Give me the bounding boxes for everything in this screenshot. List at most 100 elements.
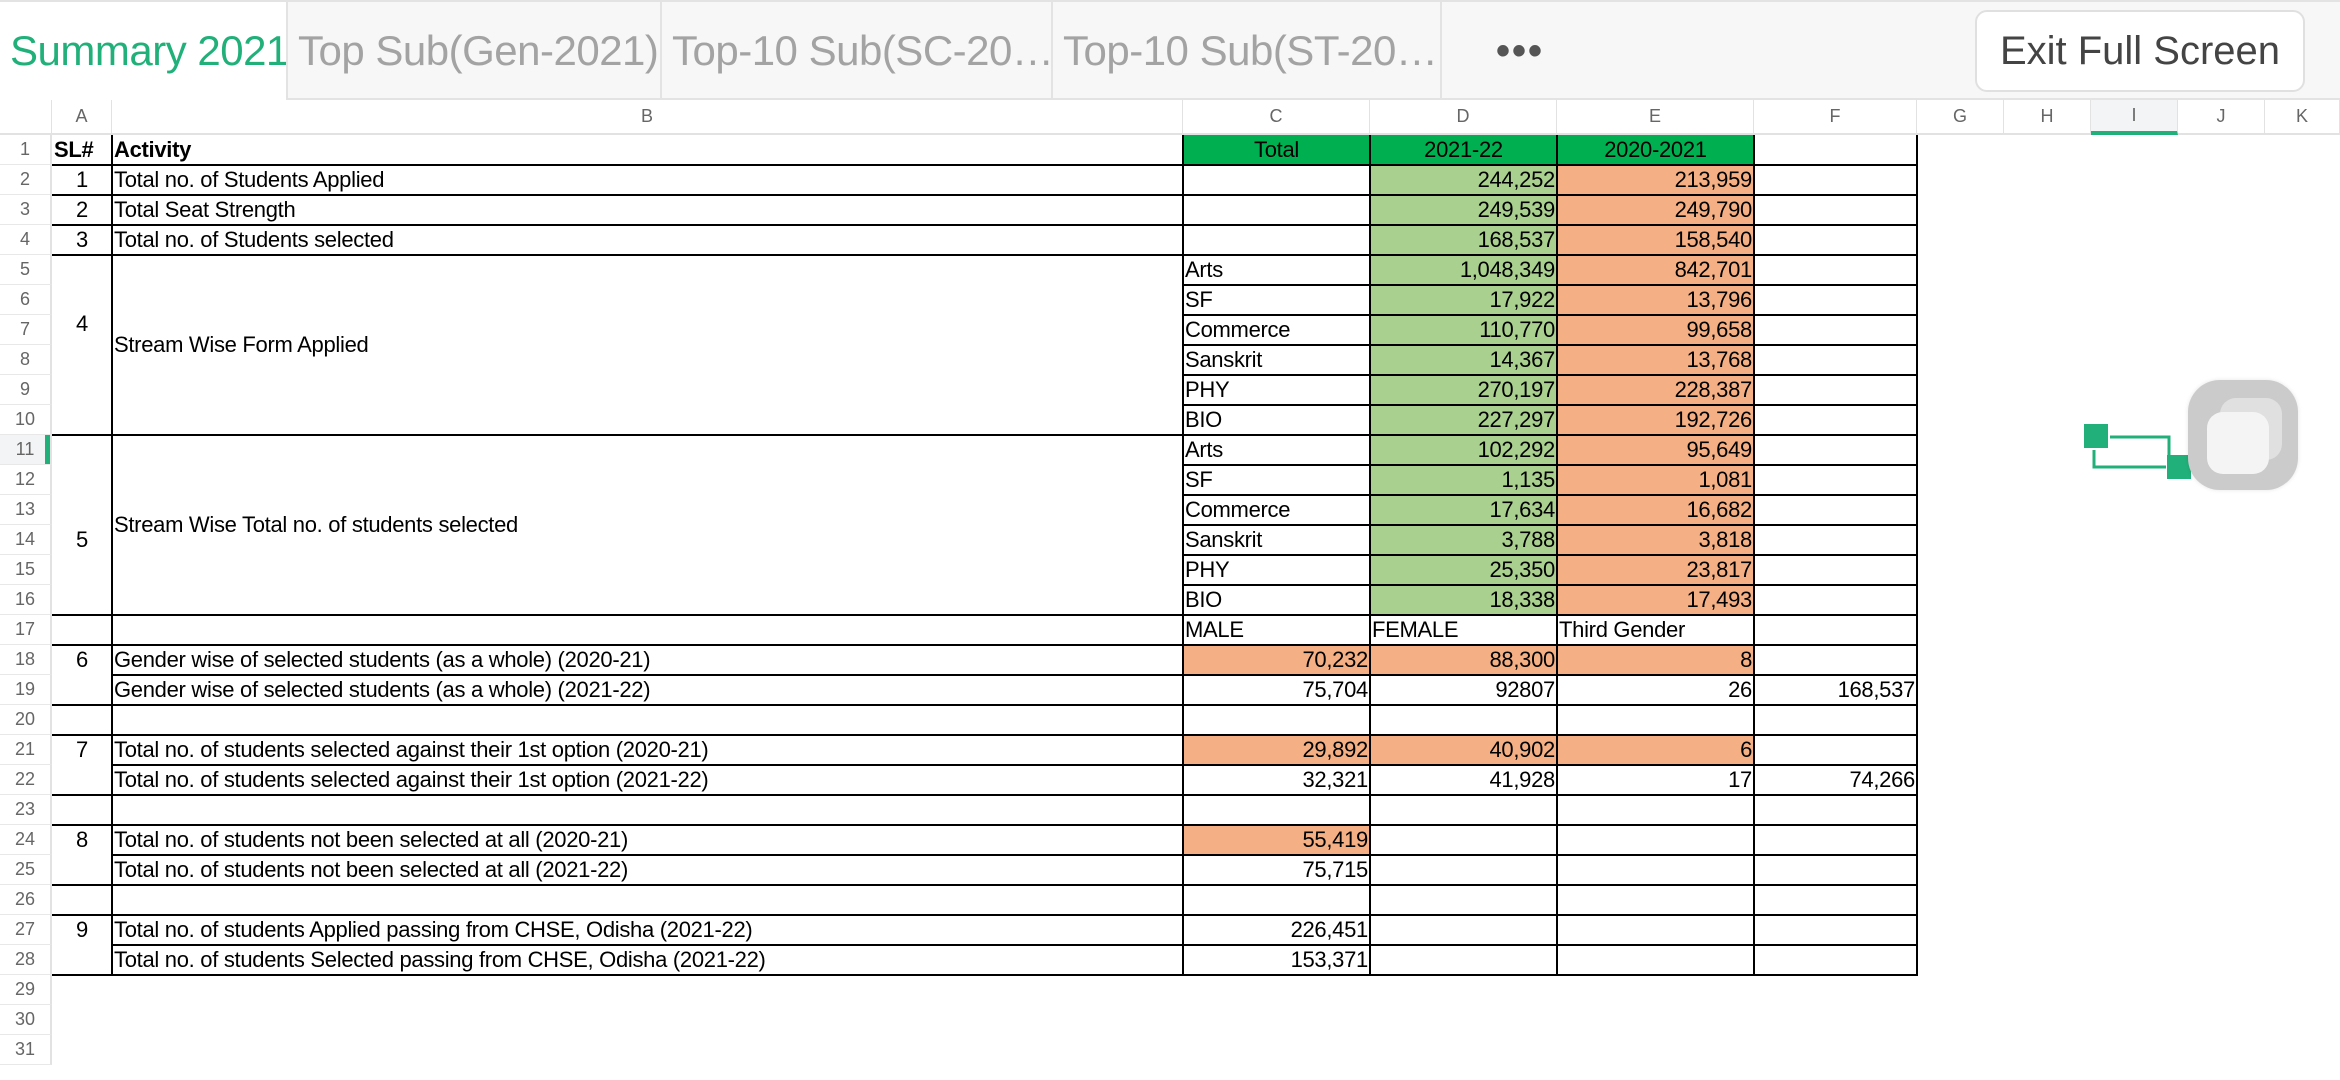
cell-C28[interactable]: 153,371 bbox=[1183, 945, 1370, 975]
cell-A3[interactable]: 2 bbox=[52, 195, 112, 225]
stream-applied-value-2021-22[interactable]: 1,048,349 bbox=[1370, 255, 1557, 285]
cell-F19[interactable]: 168,537 bbox=[1754, 675, 1917, 705]
row-header-5[interactable]: 5 bbox=[0, 255, 52, 285]
cell-B27[interactable]: Total no. of students Applied passing fr… bbox=[112, 915, 1183, 945]
row-header-11[interactable]: 11 bbox=[0, 435, 52, 465]
row-header-18[interactable]: 18 bbox=[0, 645, 52, 675]
stream-applied-stream-label[interactable]: SF bbox=[1183, 285, 1370, 315]
cell-B5-merged[interactable]: Stream Wise Form Applied bbox=[112, 255, 1183, 435]
stream-selected-stream-label[interactable]: Commerce bbox=[1183, 495, 1370, 525]
select-all-corner[interactable] bbox=[0, 100, 52, 135]
cell-D2[interactable]: 244,252 bbox=[1370, 165, 1557, 195]
row-header-9[interactable]: 9 bbox=[0, 375, 52, 405]
row-header-3[interactable]: 3 bbox=[0, 195, 52, 225]
row-header-22[interactable]: 22 bbox=[0, 765, 52, 795]
stream-selected-value-2020-2021[interactable]: 1,081 bbox=[1557, 465, 1754, 495]
stream-applied-value-2020-2021[interactable]: 228,387 bbox=[1557, 375, 1754, 405]
stream-applied-value-2020-2021[interactable]: 99,658 bbox=[1557, 315, 1754, 345]
stream-selected-value-2021-22[interactable]: 25,350 bbox=[1370, 555, 1557, 585]
cell-B18[interactable]: Gender wise of selected students (as a w… bbox=[112, 645, 1183, 675]
row-header-19[interactable]: 19 bbox=[0, 675, 52, 705]
cell-B19[interactable]: Gender wise of selected students (as a w… bbox=[112, 675, 1183, 705]
exit-full-screen-button[interactable]: Exit Full Screen bbox=[1975, 10, 2305, 92]
cell-C19[interactable]: 75,704 bbox=[1183, 675, 1370, 705]
stream-selected-stream-label[interactable]: SF bbox=[1183, 465, 1370, 495]
tab-summary-2021[interactable]: Summary 2021 bbox=[0, 2, 288, 100]
column-header-D[interactable]: D bbox=[1370, 100, 1557, 135]
stream-selected-value-2021-22[interactable]: 18,338 bbox=[1370, 585, 1557, 615]
cell-C17-male[interactable]: MALE bbox=[1183, 615, 1370, 645]
cell-E4[interactable]: 158,540 bbox=[1557, 225, 1754, 255]
cell-D19[interactable]: 92807 bbox=[1370, 675, 1557, 705]
cell-B2[interactable]: Total no. of Students Applied bbox=[112, 165, 1183, 195]
cell-C18[interactable]: 70,232 bbox=[1183, 645, 1370, 675]
cell-A24[interactable]: 8 bbox=[52, 825, 112, 855]
row-header-1[interactable]: 1 bbox=[0, 135, 52, 165]
row-header-12[interactable]: 12 bbox=[0, 465, 52, 495]
row-header-14[interactable]: 14 bbox=[0, 525, 52, 555]
row-header-29[interactable]: 29 bbox=[0, 975, 52, 1005]
stream-selected-stream-label[interactable]: BIO bbox=[1183, 585, 1370, 615]
row-header-2[interactable]: 2 bbox=[0, 165, 52, 195]
column-header-A[interactable]: A bbox=[52, 100, 112, 135]
cell-D22[interactable]: 41,928 bbox=[1370, 765, 1557, 795]
row-header-10[interactable]: 10 bbox=[0, 405, 52, 435]
cell-B22[interactable]: Total no. of students selected against t… bbox=[112, 765, 1183, 795]
stream-selected-stream-label[interactable]: Sanskrit bbox=[1183, 525, 1370, 555]
cell-D4[interactable]: 168,537 bbox=[1370, 225, 1557, 255]
stream-selected-value-2020-2021[interactable]: 16,682 bbox=[1557, 495, 1754, 525]
row-header-8[interactable]: 8 bbox=[0, 345, 52, 375]
stream-selected-value-2020-2021[interactable]: 95,649 bbox=[1557, 435, 1754, 465]
row-header-31[interactable]: 31 bbox=[0, 1035, 52, 1065]
more-tabs-icon[interactable]: ••• bbox=[1470, 2, 1570, 100]
cell-E21[interactable]: 6 bbox=[1557, 735, 1754, 765]
stream-selected-value-2021-22[interactable]: 102,292 bbox=[1370, 435, 1557, 465]
stream-applied-value-2021-22[interactable]: 227,297 bbox=[1370, 405, 1557, 435]
stream-applied-stream-label[interactable]: Sanskrit bbox=[1183, 345, 1370, 375]
cell-B21[interactable]: Total no. of students selected against t… bbox=[112, 735, 1183, 765]
column-header-F[interactable]: F bbox=[1754, 100, 1917, 135]
row-header-16[interactable]: 16 bbox=[0, 585, 52, 615]
column-header-K[interactable]: K bbox=[2265, 100, 2340, 135]
row-header-21[interactable]: 21 bbox=[0, 735, 52, 765]
row-header-30[interactable]: 30 bbox=[0, 1005, 52, 1035]
stream-applied-value-2021-22[interactable]: 270,197 bbox=[1370, 375, 1557, 405]
cell-E17-third-gender[interactable]: Third Gender bbox=[1557, 615, 1754, 645]
stream-selected-value-2021-22[interactable]: 3,788 bbox=[1370, 525, 1557, 555]
cell-D21[interactable]: 40,902 bbox=[1370, 735, 1557, 765]
cell-D1-2021-22-header[interactable]: 2021-22 bbox=[1370, 135, 1557, 165]
cell-A5-merged[interactable]: 4 bbox=[52, 255, 112, 405]
cell-E3[interactable]: 249,790 bbox=[1557, 195, 1754, 225]
cell-A27[interactable]: 9 bbox=[52, 915, 112, 945]
stream-selected-value-2021-22[interactable]: 1,135 bbox=[1370, 465, 1557, 495]
row-header-7[interactable]: 7 bbox=[0, 315, 52, 345]
cell-A1-sl-header[interactable]: SL# bbox=[52, 135, 112, 165]
cell-E1-2020-2021-header[interactable]: 2020-2021 bbox=[1557, 135, 1754, 165]
row-header-4[interactable]: 4 bbox=[0, 225, 52, 255]
cell-E19[interactable]: 26 bbox=[1557, 675, 1754, 705]
cell-E22[interactable]: 17 bbox=[1557, 765, 1754, 795]
row-header-17[interactable]: 17 bbox=[0, 615, 52, 645]
cell-F22[interactable]: 74,266 bbox=[1754, 765, 1917, 795]
tab-top-10-sub-st[interactable]: Top-10 Sub(ST-20… bbox=[1053, 2, 1442, 100]
cell-C27[interactable]: 226,451 bbox=[1183, 915, 1370, 945]
column-header-C[interactable]: C bbox=[1183, 100, 1370, 135]
cell-A21[interactable]: 7 bbox=[52, 735, 112, 765]
row-header-26[interactable]: 26 bbox=[0, 885, 52, 915]
cell-D3[interactable]: 249,539 bbox=[1370, 195, 1557, 225]
stream-selected-stream-label[interactable]: Arts bbox=[1183, 435, 1370, 465]
row-header-27[interactable]: 27 bbox=[0, 915, 52, 945]
cell-B24[interactable]: Total no. of students not been selected … bbox=[112, 825, 1183, 855]
selection-handle-icon[interactable] bbox=[2082, 423, 2192, 479]
stream-applied-stream-label[interactable]: PHY bbox=[1183, 375, 1370, 405]
cell-E18[interactable]: 8 bbox=[1557, 645, 1754, 675]
row-header-24[interactable]: 24 bbox=[0, 825, 52, 855]
stream-selected-value-2020-2021[interactable]: 17,493 bbox=[1557, 585, 1754, 615]
stream-applied-value-2021-22[interactable]: 14,367 bbox=[1370, 345, 1557, 375]
cell-C22[interactable]: 32,321 bbox=[1183, 765, 1370, 795]
stream-applied-stream-label[interactable]: BIO bbox=[1183, 405, 1370, 435]
cell-D18[interactable]: 88,300 bbox=[1370, 645, 1557, 675]
cell-C21[interactable]: 29,892 bbox=[1183, 735, 1370, 765]
cell-A18[interactable]: 6 bbox=[52, 645, 112, 675]
stream-applied-stream-label[interactable]: Arts bbox=[1183, 255, 1370, 285]
